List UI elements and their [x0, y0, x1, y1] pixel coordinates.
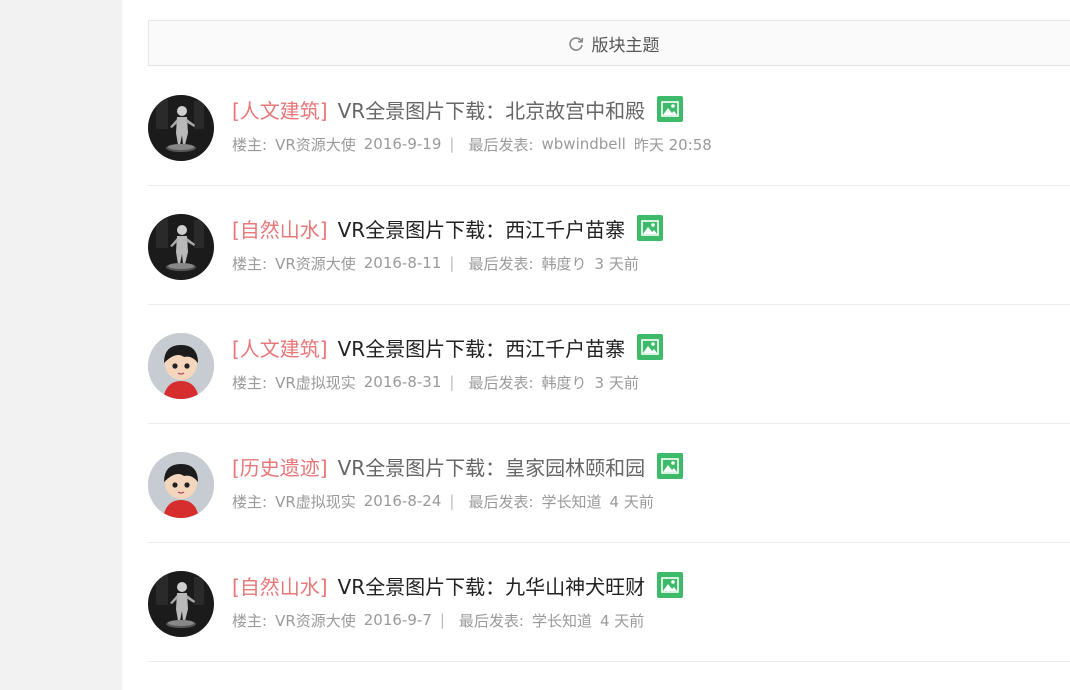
thread-title-row: [自然山水] VR全景图片下载：九华山神犬旺财 — [232, 570, 684, 600]
owner-label: 楼主: — [232, 135, 268, 154]
post-date: 2016-8-11 — [363, 254, 442, 272]
thread-meta-row: 楼主: VR虚拟现实 2016-8-24 | 最后发表: 学长知道 4 天前 — [232, 491, 662, 511]
thread-meta-row: 楼主: VR资源大使 2016-9-19 | 最后发表: wbwindbell 昨天 20:… — [232, 134, 720, 154]
thread-list: [人文建筑] VR全景图片下载：北京故宫中和殿楼主: VR资源大使 2016-9-19… — [148, 67, 1070, 662]
thread-category-link[interactable]: [历史遗迹] — [232, 452, 328, 481]
last-poster-link[interactable]: 学长知道 — [542, 491, 602, 512]
refresh-icon — [567, 35, 585, 53]
thread-category-link[interactable]: [自然山水] — [232, 571, 328, 600]
avatar[interactable] — [148, 333, 214, 399]
avatar[interactable] — [148, 571, 214, 637]
last-post-label: 最后发表: — [468, 373, 534, 392]
meta-divider: | — [449, 492, 455, 510]
thread-title-row: [人文建筑] VR全景图片下载：北京故宫中和殿 — [232, 94, 684, 124]
last-post-time: 4 天前 — [609, 492, 654, 511]
last-post-label: 最后发表: — [468, 254, 534, 273]
meta-divider: | — [439, 611, 445, 629]
avatar[interactable] — [148, 95, 214, 161]
meta-divider: | — [449, 254, 455, 272]
thread-title-link[interactable]: VR全景图片下载：西江千户苗寨 — [338, 333, 626, 362]
owner-link[interactable]: VR虚拟现实 — [275, 491, 356, 512]
thread-row[interactable]: [自然山水] VR全景图片下载：九华山神犬旺财楼主: VR资源大使 2016-9-7 |… — [148, 543, 1070, 662]
post-date: 2016-9-19 — [363, 135, 442, 153]
last-post-label: 最后发表: — [468, 492, 534, 511]
thread-category-link[interactable]: [人文建筑] — [232, 333, 328, 362]
last-post-time: 4 天前 — [599, 611, 645, 630]
last-poster-link[interactable]: 韩度り — [542, 372, 587, 393]
thread-meta-row: 楼主: VR资源大使 2016-8-11 | 最后发表: 韩度り 3 天前 — [232, 253, 647, 273]
image-icon — [657, 96, 684, 122]
thread-category-link[interactable]: [自然山水] — [232, 214, 328, 243]
owner-label: 楼主: — [232, 611, 268, 630]
thread-row[interactable]: [自然山水] VR全景图片下载：西江千户苗寨楼主: VR资源大使 2016-8-11 |… — [148, 186, 1070, 305]
section-topics-label: 版块主题 — [591, 35, 660, 56]
image-icon — [637, 215, 664, 241]
avatar[interactable] — [148, 452, 214, 518]
owner-label: 楼主: — [232, 492, 268, 511]
main-content: 版块主题 [人文建筑] VR全景图片下载：北京故宫中和殿楼主: VR资源大使 2016… — [122, 0, 1070, 690]
thread-row[interactable]: [人文建筑] VR全景图片下载：西江千户苗寨楼主: VR虚拟现实 2016-8-31 |… — [148, 305, 1070, 424]
last-post-label: 最后发表: — [468, 135, 534, 154]
owner-link[interactable]: VR虚拟现实 — [275, 372, 356, 393]
meta-divider: | — [449, 135, 455, 153]
meta-divider: | — [449, 373, 455, 391]
left-sidebar — [0, 0, 122, 690]
thread-title-row: [历史遗迹] VR全景图片下载：皇家园林颐和园 — [232, 451, 684, 481]
last-poster-link[interactable]: wbwindbell — [542, 135, 626, 153]
thread-title-link[interactable]: VR全景图片下载：西江千户苗寨 — [338, 214, 626, 243]
last-post-time: 3 天前 — [594, 254, 639, 273]
thread-title-link[interactable]: VR全景图片下载：北京故宫中和殿 — [338, 95, 646, 124]
owner-link[interactable]: VR资源大使 — [275, 253, 356, 274]
post-date: 2016-8-24 — [363, 492, 442, 510]
thread-row[interactable]: [人文建筑] VR全景图片下载：北京故宫中和殿楼主: VR资源大使 2016-9-19… — [148, 67, 1070, 186]
thread-title-link[interactable]: VR全景图片下载：九华山神犬旺财 — [338, 571, 646, 600]
thread-title-link[interactable]: VR全景图片下载：皇家园林颐和园 — [338, 452, 646, 481]
image-icon — [657, 453, 684, 479]
owner-link[interactable]: VR资源大使 — [275, 134, 356, 155]
section-topics-bar[interactable]: 版块主题 — [148, 20, 1070, 66]
owner-label: 楼主: — [232, 373, 268, 392]
thread-meta-row: 楼主: VR资源大使 2016-9-7 | 最后发表: 学长知道 4 天前 — [232, 610, 652, 630]
image-icon — [637, 334, 664, 360]
post-date: 2016-8-31 — [363, 373, 442, 391]
last-poster-link[interactable]: 韩度り — [542, 253, 587, 274]
post-date: 2016-9-7 — [363, 611, 432, 629]
owner-label: 楼主: — [232, 254, 268, 273]
thread-row[interactable]: [历史遗迹] VR全景图片下载：皇家园林颐和园楼主: VR虚拟现实 2016-8-24… — [148, 424, 1070, 543]
thread-title-row: [人文建筑] VR全景图片下载：西江千户苗寨 — [232, 332, 664, 362]
last-post-label: 最后发表: — [458, 611, 524, 630]
last-post-time: 昨天 20:58 — [633, 135, 712, 154]
last-post-time: 3 天前 — [594, 373, 639, 392]
last-poster-link[interactable]: 学长知道 — [532, 610, 592, 631]
owner-link[interactable]: VR资源大使 — [275, 610, 356, 631]
thread-title-row: [自然山水] VR全景图片下载：西江千户苗寨 — [232, 213, 664, 243]
thread-meta-row: 楼主: VR虚拟现实 2016-8-31 | 最后发表: 韩度り 3 天前 — [232, 372, 647, 392]
image-icon — [657, 572, 684, 598]
avatar[interactable] — [148, 214, 214, 280]
thread-category-link[interactable]: [人文建筑] — [232, 95, 328, 124]
